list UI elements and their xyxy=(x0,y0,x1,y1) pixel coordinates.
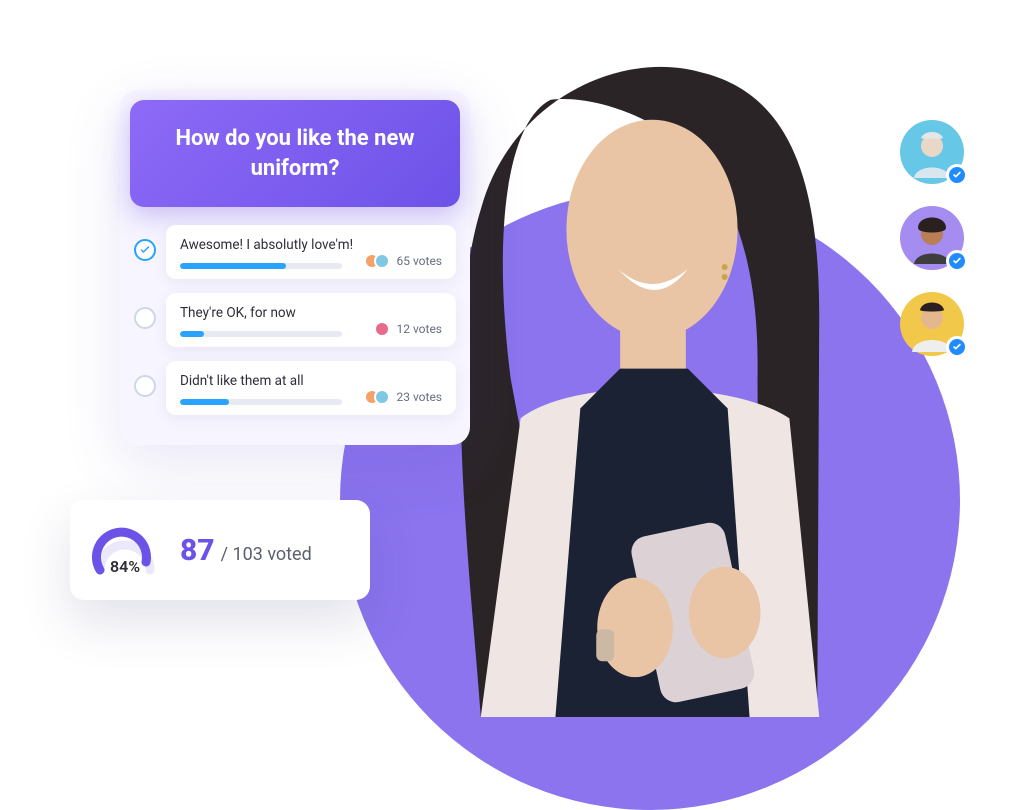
radio-unselected[interactable] xyxy=(134,375,156,397)
vote-bar-fill xyxy=(180,263,286,269)
avatar xyxy=(374,253,390,269)
votes-text: 65 votes xyxy=(396,254,442,268)
check-badge-icon xyxy=(946,336,968,358)
poll-card: How do you like the new uniform? Awesome… xyxy=(120,90,470,445)
voted-total: / 103 voted xyxy=(221,544,312,565)
voter-avatars xyxy=(364,389,390,405)
radio-selected[interactable] xyxy=(134,239,156,261)
votes-block: 12 votes xyxy=(374,321,442,337)
respondent-avatar xyxy=(900,292,964,356)
vote-bar-fill xyxy=(180,331,204,337)
poll-option[interactable]: They're OK, for now 12 votes xyxy=(120,293,470,361)
gauge: 84% xyxy=(90,520,160,580)
voted-count: 87 xyxy=(180,533,215,568)
votes-text: 12 votes xyxy=(396,322,442,336)
vote-bar-fill xyxy=(180,399,229,405)
check-badge-icon xyxy=(946,250,968,272)
radio-unselected[interactable] xyxy=(134,307,156,329)
poll-option-card: They're OK, for now 12 votes xyxy=(166,293,456,347)
hero-person-illustration xyxy=(420,60,880,717)
poll-option[interactable]: Didn't like them at all 23 votes xyxy=(120,361,470,429)
poll-option-card: Didn't like them at all 23 votes xyxy=(166,361,456,415)
poll-option-label: They're OK, for now xyxy=(180,305,442,321)
votes-block: 23 votes xyxy=(364,389,442,405)
poll-option-card: Awesome! I absolutly love'm! 65 votes xyxy=(166,225,456,279)
poll-question: How do you like the new uniform? xyxy=(130,100,460,207)
respondent-avatar xyxy=(900,206,964,270)
respondent-avatar xyxy=(900,120,964,184)
vote-bar xyxy=(180,331,342,337)
gauge-percent: 84% xyxy=(90,557,160,576)
poll-option-label: Awesome! I absolutly love'm! xyxy=(180,237,442,253)
avatar xyxy=(374,321,390,337)
votes-text: 23 votes xyxy=(396,390,442,404)
check-badge-icon xyxy=(946,164,968,186)
vote-bar xyxy=(180,399,342,405)
voter-avatars xyxy=(364,253,390,269)
avatar xyxy=(374,389,390,405)
poll-option[interactable]: Awesome! I absolutly love'm! 65 votes xyxy=(120,225,470,293)
votes-block: 65 votes xyxy=(364,253,442,269)
vote-bar xyxy=(180,263,342,269)
voter-avatars xyxy=(374,321,390,337)
respondent-avatars xyxy=(900,120,964,356)
stats-text: 87 / 103 voted xyxy=(180,533,312,568)
stats-card: 84% 87 / 103 voted xyxy=(70,500,370,600)
poll-option-label: Didn't like them at all xyxy=(180,373,442,389)
